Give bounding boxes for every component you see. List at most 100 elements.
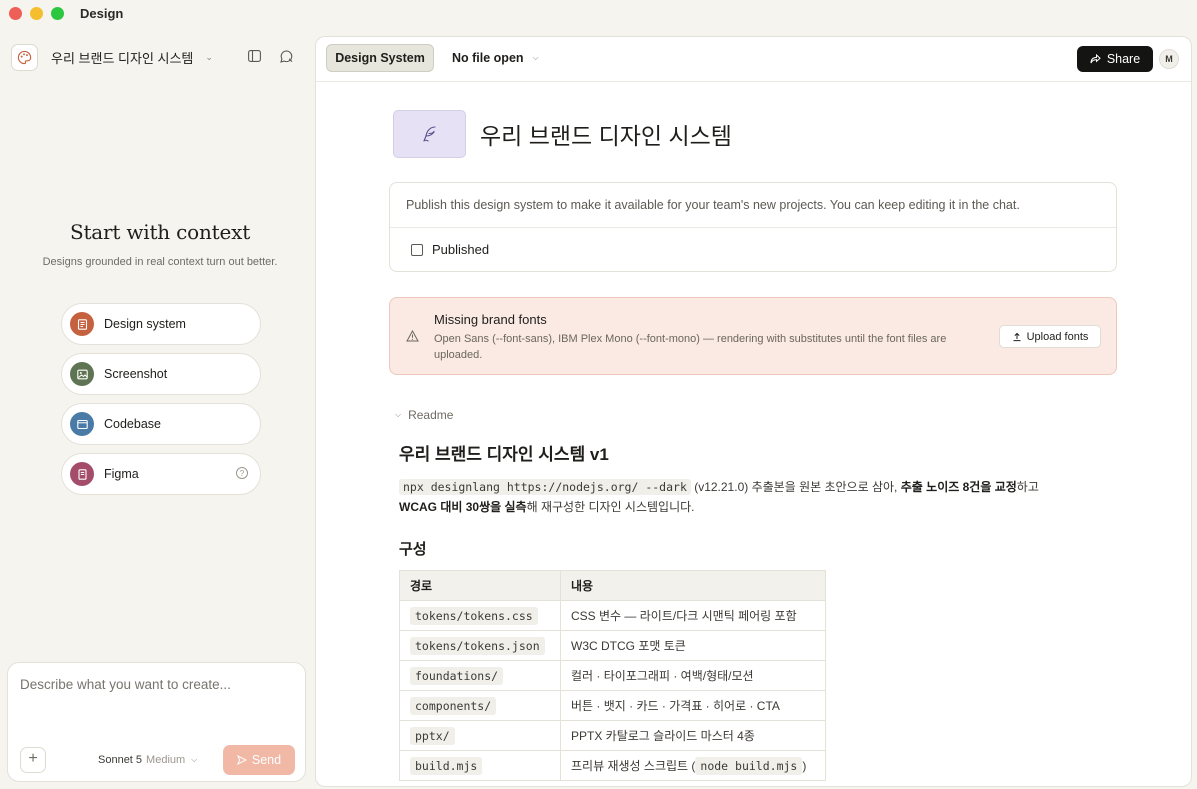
upload-fonts-label: Upload fonts (1026, 330, 1089, 343)
new-chat-icon[interactable] (279, 49, 293, 63)
readme-toggle-label: Readme (408, 408, 454, 422)
window-title: Design (80, 5, 124, 21)
screenshot-icon (70, 362, 94, 386)
add-attachment-button[interactable]: + (20, 747, 46, 773)
intro-text: 해 재구성한 디자인 시스템입니다. (526, 500, 695, 514)
row-description: 버튼 · 뱃지 · 카드 · 가격표 · 히어로 · CTA (560, 690, 826, 721)
model-selector[interactable]: Sonnet 5 Medium ⌵ (98, 754, 197, 766)
publish-description: Publish this design system to make it av… (390, 183, 1116, 228)
context-subtitle: Designs grounded in real context turn ou… (42, 256, 278, 268)
close-window-button[interactable] (9, 6, 22, 20)
prompt-input[interactable] (20, 677, 290, 717)
share-button[interactable]: Share (1077, 46, 1153, 72)
inline-code: node build.mjs (695, 757, 803, 775)
row-description-text: 프리뷰 재생성 스크립트 ( (571, 759, 696, 773)
missing-fonts-warning: Missing brand fonts Open Sans (--font-sa… (389, 297, 1117, 375)
row-description: W3C DTCG 포맷 토큰 (560, 630, 826, 661)
row-description-text: ) (802, 759, 807, 773)
warning-title: Missing brand fonts (434, 312, 547, 327)
readme-toggle[interactable]: ⌵ Readme (395, 408, 453, 422)
feather-icon (393, 110, 466, 158)
title-bar: Design (0, 0, 1197, 26)
chat-composer: + Sonnet 5 Medium ⌵ Send (7, 662, 306, 782)
table-row: pptx/ PPTX 카탈로그 슬라이드 마스터 4종 (399, 720, 826, 751)
context-option-design-system[interactable]: Design system (61, 303, 261, 345)
send-icon (236, 755, 247, 765)
warning-body: Open Sans (--font-sans), IBM Plex Mono (… (434, 333, 947, 361)
help-icon[interactable]: ? (236, 467, 248, 479)
table-row: components/ 버튼 · 뱃지 · 카드 · 가격표 · 히어로 · C… (399, 690, 826, 721)
file-selector[interactable]: No file open ⌵ (452, 51, 539, 65)
sidebar-toggle-icon[interactable] (247, 49, 261, 63)
tab-design-system[interactable]: Design System (326, 44, 434, 72)
table-row: foundations/ 컬러 · 타이포그래피 · 여백/형태/모션 (399, 660, 826, 691)
path-code: build.mjs (410, 756, 483, 775)
chevron-down-icon: ⌵ (191, 755, 198, 764)
share-icon (1090, 54, 1101, 64)
section-heading: 구성 (399, 541, 427, 558)
project-switcher[interactable]: 우리 브랜드 디자인 시스템 ⌄ (11, 43, 301, 71)
context-options: Design system Screenshot Codebase Figma … (61, 303, 261, 503)
project-name: 우리 브랜드 디자인 시스템 (51, 50, 194, 66)
design-system-title: 우리 브랜드 디자인 시스템 (480, 123, 732, 149)
design-system-icon (70, 312, 94, 336)
published-label: Published (432, 242, 490, 257)
upload-fonts-button[interactable]: Upload fonts (999, 325, 1101, 348)
main-toolbar: Design System No file open ⌵ Share M (316, 37, 1191, 82)
table-row: tokens/tokens.json W3C DTCG 포맷 토큰 (399, 630, 826, 661)
model-name: Sonnet 5 (98, 754, 143, 766)
share-label: Share (1106, 52, 1141, 66)
intro-text: 하고 (1016, 480, 1039, 494)
send-button[interactable]: Send (223, 745, 295, 775)
intro-emphasis: WCAG 대비 30쌍을 실측 (399, 500, 527, 514)
chevron-down-icon: ⌄ (205, 51, 213, 62)
table-row: build.mjs 프리뷰 재생성 스크립트 (node build.mjs) (399, 750, 826, 781)
column-header-path: 경로 (399, 570, 561, 601)
minimize-window-button[interactable] (30, 6, 43, 20)
row-description: PPTX 카탈로그 슬라이드 마스터 4종 (560, 720, 826, 751)
table-header-row: 경로 내용 (399, 570, 826, 601)
path-code: tokens/tokens.css (410, 606, 538, 625)
model-effort: Medium (146, 754, 186, 766)
window-controls (9, 6, 64, 20)
context-option-label: Figma (104, 467, 139, 481)
context-option-figma[interactable]: Figma ? (61, 453, 261, 495)
row-description: 프리뷰 재생성 스크립트 (node build.mjs) (560, 750, 826, 781)
table-row: tokens/tokens.css CSS 변수 — 라이트/다크 시맨틱 페어… (399, 600, 826, 631)
palette-icon (11, 43, 38, 71)
user-avatar[interactable]: M (1159, 49, 1179, 69)
upload-icon (1013, 332, 1021, 341)
path-code: tokens/tokens.json (410, 636, 545, 655)
row-description: CSS 변수 — 라이트/다크 시맨틱 페어링 포함 (560, 600, 826, 631)
inline-code: npx designlang https://nodejs.org/ --dar… (399, 479, 691, 495)
path-code: components/ (410, 696, 497, 715)
warning-icon (406, 330, 419, 342)
row-description: 컬러 · 타이포그래피 · 여백/형태/모션 (560, 660, 826, 691)
context-option-screenshot[interactable]: Screenshot (61, 353, 261, 395)
publish-card: Publish this design system to make it av… (389, 182, 1117, 272)
send-label: Send (251, 753, 282, 767)
zoom-window-button[interactable] (51, 6, 64, 20)
file-selector-label: No file open (452, 51, 524, 65)
structure-table: 경로 내용 tokens/tokens.css CSS 변수 — 라이트/다크 … (399, 570, 826, 781)
published-checkbox[interactable] (411, 243, 423, 256)
chevron-down-icon: ⌵ (395, 410, 402, 419)
codebase-icon (70, 412, 94, 436)
main-panel: Design System No file open ⌵ Share M 우리 … (315, 36, 1192, 787)
published-checkbox-row[interactable]: Published (390, 228, 1116, 257)
context-option-label: Design system (104, 317, 186, 331)
path-code: foundations/ (410, 666, 504, 685)
readme-intro: npx designlang https://nodejs.org/ --dar… (399, 477, 1099, 517)
readme-heading: 우리 브랜드 디자인 시스템 v1 (399, 445, 609, 464)
context-option-label: Screenshot (104, 367, 168, 381)
context-intro: Start with context Designs grounded in r… (0, 220, 320, 270)
path-code: pptx/ (410, 726, 455, 745)
context-option-label: Codebase (104, 417, 161, 431)
column-header-content: 내용 (560, 570, 826, 601)
chevron-down-icon: ⌵ (532, 53, 539, 62)
design-system-header: 우리 브랜드 디자인 시스템 (393, 110, 732, 158)
context-option-codebase[interactable]: Codebase (61, 403, 261, 445)
intro-emphasis: 추출 노이즈 8건을 교정 (900, 480, 1017, 494)
sidebar: 우리 브랜드 디자인 시스템 ⌄ Start with context Desi… (0, 26, 315, 789)
figma-icon (70, 462, 94, 486)
